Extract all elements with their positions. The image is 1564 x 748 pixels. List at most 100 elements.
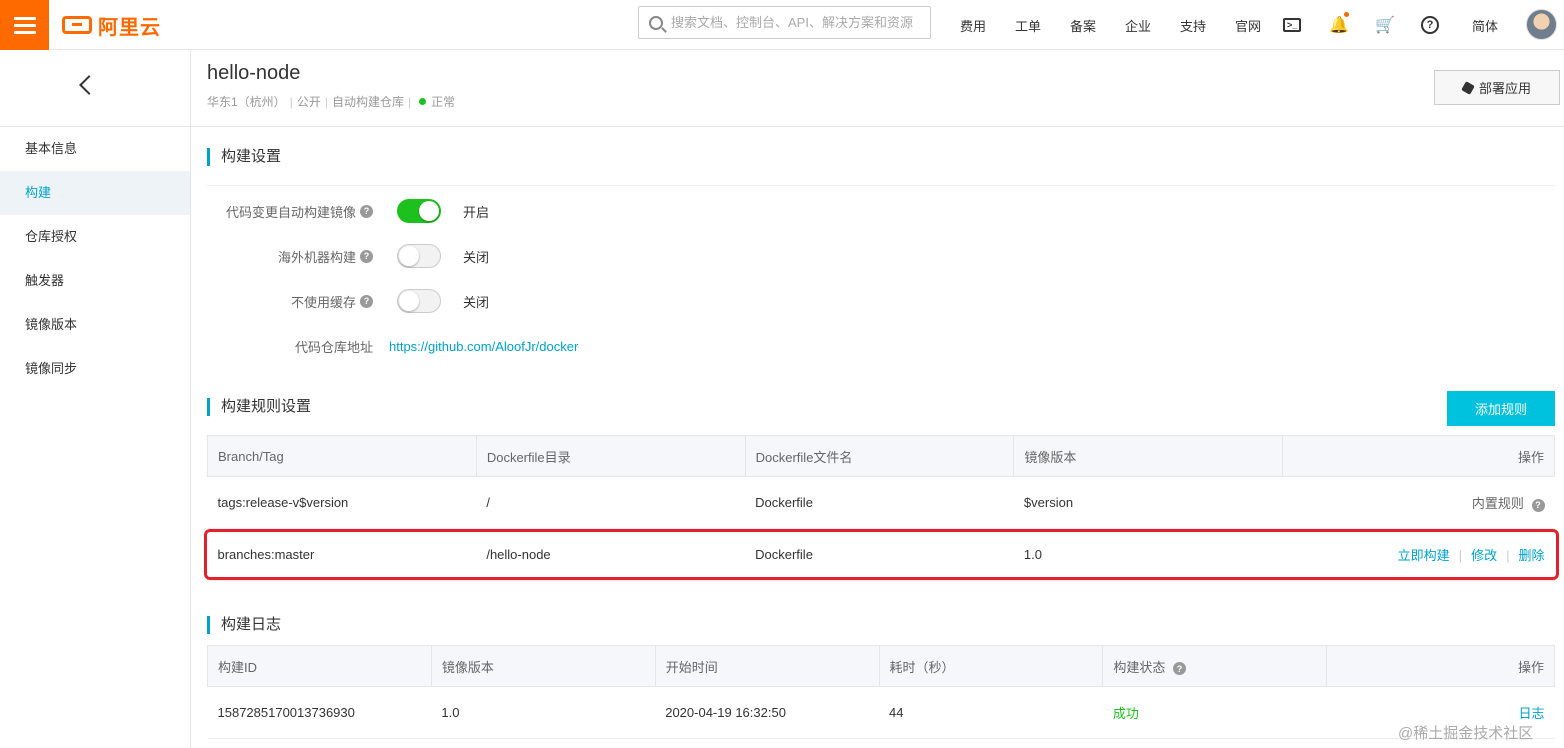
red-highlight-box <box>204 529 1559 580</box>
auto-build-toggle[interactable] <box>397 199 441 223</box>
repo-type: 自动构建仓库 <box>331 95 404 109</box>
terminal-icon[interactable]: >_ <box>1283 18 1329 32</box>
section-divider <box>207 185 1555 186</box>
help-question-icon[interactable]: ? <box>360 204 373 218</box>
overseas-build-label: 海外机器构建 <box>277 249 356 265</box>
column-header: Branch/Tag <box>207 435 477 477</box>
repo-meta: 华东1（杭州） | 公开 | 自动构建仓库 | 正常 <box>207 93 455 110</box>
top-nav-links: 费用 工单 备案 企业 支持 官网 <box>960 0 1290 50</box>
auto-build-state: 开启 <box>463 204 490 220</box>
help-question-icon[interactable]: ? <box>360 249 373 263</box>
nav-link-official-site[interactable]: 官网 <box>1235 16 1290 35</box>
table-header-row: 构建ID 镜像版本 开始时间 耗时（秒） 构建状态 ? 操作 <box>207 645 1555 687</box>
sidebar-item-image-sync[interactable]: 镜像同步 <box>0 347 190 391</box>
column-header: 开始时间 <box>654 645 880 687</box>
page-header: hello-node 华东1（杭州） | 公开 | 自动构建仓库 | 正常 部署… <box>191 50 1564 127</box>
overseas-build-toggle[interactable] <box>397 244 441 268</box>
no-cache-toggle[interactable] <box>397 289 441 313</box>
no-cache-label: 不使用缓存 <box>290 294 356 310</box>
build-log-table: 构建ID 镜像版本 开始时间 耗时（秒） 构建状态 ? 操作 158728517… <box>207 645 1555 739</box>
no-cache-row: 不使用缓存 ? 关闭 <box>191 288 791 314</box>
rule-dockerfile-dir: / <box>476 476 746 529</box>
repo-visibility: 公开 <box>296 95 321 109</box>
help-question-icon[interactable]: ? <box>360 294 373 308</box>
logo-text: 阿里云 <box>98 16 161 39</box>
hamburger-menu-icon[interactable] <box>0 0 49 50</box>
build-log-title: 构建日志 <box>207 616 281 634</box>
build-duration: 44 <box>879 686 1103 739</box>
build-settings-title: 构建设置 <box>207 148 281 166</box>
rule-dockerfile-name: Dockerfile <box>745 476 1014 529</box>
column-header: 镜像版本 <box>1013 435 1284 477</box>
sidebar-item-build[interactable]: 构建 <box>0 171 190 215</box>
notification-dot <box>1344 12 1349 17</box>
sidebar-item-repo-auth[interactable]: 仓库授权 <box>0 215 190 259</box>
overseas-build-row: 海外机器构建 ? 关闭 <box>191 243 791 269</box>
table-header-row: Branch/Tag Dockerfile目录 Dockerfile文件名 镜像… <box>207 435 1555 477</box>
nav-link-billing[interactable]: 费用 <box>960 16 1015 35</box>
meta-separator: | <box>289 94 293 109</box>
add-rule-button[interactable]: 添加规则 <box>1447 391 1555 426</box>
nav-link-icp[interactable]: 备案 <box>1070 16 1125 35</box>
aliyun-logo[interactable]: 阿里云 <box>62 11 161 39</box>
build-status: 成功 <box>1102 686 1327 739</box>
column-header: 构建状态 <box>1113 659 1166 675</box>
no-cache-label-wrap: 不使用缓存 ? <box>191 292 381 311</box>
top-navigation-bar: 阿里云 费用 工单 备案 企业 支持 官网 >_ 🔔 🛒 ? 简体 <box>0 0 1564 50</box>
rule-actions: 内置规则 ? <box>1282 476 1555 529</box>
builtin-rule-label: 内置规则 <box>1471 496 1524 511</box>
build-image-version: 1.0 <box>431 686 656 739</box>
repo-url-label-wrap: 代码仓库地址 <box>191 337 381 356</box>
notification-bell-icon[interactable]: 🔔 <box>1329 12 1375 35</box>
table-row: tags:release-v$version / Dockerfile $ver… <box>207 476 1555 529</box>
nav-link-support[interactable]: 支持 <box>1180 16 1235 35</box>
auto-build-label: 代码变更自动构建镜像 <box>225 204 356 220</box>
build-start-time: 2020-04-19 16:32:50 <box>655 686 880 739</box>
help-question-icon[interactable]: ? <box>1531 498 1545 512</box>
back-area <box>0 50 190 127</box>
build-rules-title: 构建规则设置 <box>207 398 311 416</box>
deploy-app-button[interactable]: 部署应用 <box>1434 70 1560 105</box>
column-header: Dockerfile目录 <box>475 435 746 477</box>
sidebar-menu: 基本信息 构建 仓库授权 触发器 镜像版本 镜像同步 <box>0 127 190 391</box>
search-input[interactable] <box>671 15 921 30</box>
repo-url-label: 代码仓库地址 <box>294 339 373 355</box>
nav-link-enterprise[interactable]: 企业 <box>1125 16 1180 35</box>
global-search[interactable] <box>638 6 931 39</box>
sidebar: 基本信息 构建 仓库授权 触发器 镜像版本 镜像同步 <box>0 50 191 748</box>
column-header: Dockerfile文件名 <box>744 435 1015 477</box>
no-cache-state: 关闭 <box>463 294 490 310</box>
column-header-status: 构建状态 ? <box>1102 645 1328 687</box>
deploy-app-label: 部署应用 <box>1478 81 1531 96</box>
column-header: 构建ID <box>207 645 432 687</box>
cube-icon <box>1461 80 1475 95</box>
overseas-build-state: 关闭 <box>463 249 490 265</box>
repo-region: 华东1（杭州） <box>207 95 286 109</box>
user-avatar[interactable] <box>1526 9 1557 40</box>
rule-image-version: $version <box>1013 476 1283 529</box>
page-title: hello-node <box>207 62 301 84</box>
auto-build-label-wrap: 代码变更自动构建镜像 ? <box>191 202 381 221</box>
search-icon <box>649 15 663 30</box>
back-chevron-icon[interactable] <box>79 75 99 95</box>
meta-separator: | <box>407 94 412 109</box>
repo-status: 正常 <box>431 95 456 109</box>
repo-url-row: 代码仓库地址 https://github.com/AloofJr/docker <box>191 333 791 359</box>
column-header: 耗时（秒） <box>878 645 1104 687</box>
language-switch[interactable]: 简体 <box>1472 16 1498 35</box>
column-header: 操作 <box>1282 435 1555 477</box>
help-icon[interactable]: ? <box>1421 16 1467 34</box>
sidebar-item-image-versions[interactable]: 镜像版本 <box>0 303 190 347</box>
overseas-label-wrap: 海外机器构建 ? <box>191 247 381 266</box>
help-question-icon[interactable]: ? <box>1173 662 1186 675</box>
aliyun-logo-icon <box>62 16 92 34</box>
status-dot-icon <box>419 98 427 105</box>
repo-url-link[interactable]: https://github.com/AloofJr/docker <box>389 339 578 354</box>
sidebar-item-basic-info[interactable]: 基本信息 <box>0 127 190 171</box>
table-row: 1587285170013736930 1.0 2020-04-19 16:32… <box>207 686 1555 739</box>
sidebar-item-triggers[interactable]: 触发器 <box>0 259 190 303</box>
watermark-text: @稀土掘金技术社区 <box>1398 725 1534 742</box>
nav-link-tickets[interactable]: 工单 <box>1015 16 1070 35</box>
rule-branch: tags:release-v$version <box>207 476 477 529</box>
shopping-cart-icon[interactable]: 🛒 <box>1375 15 1421 35</box>
